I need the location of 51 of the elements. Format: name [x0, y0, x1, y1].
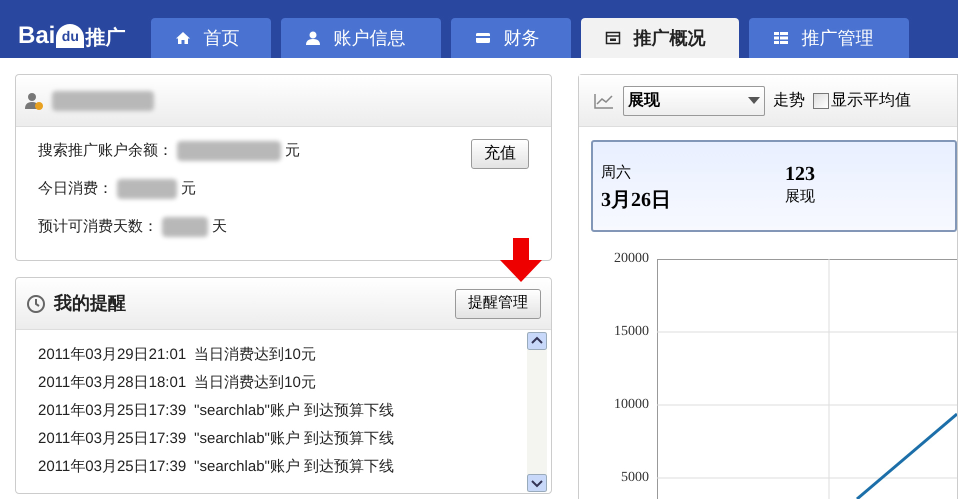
reminder-message: 当日消费达到10元 [194, 345, 316, 365]
layout-icon [605, 30, 622, 46]
user-icon [24, 90, 44, 110]
y-axis-label: 20000 [614, 250, 649, 268]
trend-label: 走势 [773, 90, 805, 110]
clock-icon [26, 294, 46, 314]
metric-select[interactable]: 展现 [623, 86, 765, 116]
down-arrow-icon [500, 238, 542, 282]
nav-tab[interactable]: 财务 [451, 18, 572, 58]
list-icon [773, 30, 790, 46]
blurred-value [117, 179, 177, 199]
show-average-checkbox[interactable]: 显示平均值 [813, 88, 911, 112]
nav-tab[interactable]: 推广概况 [581, 18, 740, 58]
caret-icon [748, 96, 760, 104]
scroll-down-icon[interactable] [527, 474, 547, 492]
reminder-settings-button[interactable]: 提醒管理 [455, 288, 541, 318]
field-label: 今日消费： [38, 178, 113, 199]
unit-label: 天 [212, 216, 227, 237]
scrollbar[interactable] [527, 332, 547, 492]
value-number: 123 [785, 162, 815, 186]
reminder-time: 2011年03月25日17:39 [38, 401, 186, 421]
nav-tab[interactable]: 推广管理 [749, 18, 910, 58]
reminder-time: 2011年03月25日17:39 [38, 429, 186, 449]
weekday-label: 周六 [601, 164, 632, 183]
reminder-time: 2011年03月29日21:01 [38, 345, 186, 365]
unit-label: 元 [181, 178, 196, 199]
recharge-button[interactable]: 充值 [471, 139, 529, 169]
reminder-message: "searchlab"账户 到达预算下线 [194, 457, 394, 477]
card-title: 我的提醒 [54, 292, 127, 315]
home-icon [175, 30, 192, 46]
nav-tab[interactable]: 账户信息 [281, 18, 442, 58]
nav-tab[interactable]: 首页 [151, 18, 272, 58]
reminder-message: 当日消费达到10元 [194, 373, 316, 393]
y-axis-label: 5000 [621, 469, 649, 487]
line-chart-icon [593, 92, 615, 110]
field-label: 搜索推广账户余额： [38, 140, 173, 161]
scroll-up-icon[interactable] [527, 332, 547, 350]
reminder-time: 2011年03月25日17:39 [38, 457, 186, 477]
blurred-value [162, 217, 208, 237]
logo: Bai du 推广 [18, 24, 126, 48]
card-icon [475, 30, 492, 46]
field-label: 预计可消费天数： [38, 216, 158, 237]
unit-label: 元 [285, 140, 300, 161]
user-icon [305, 30, 322, 46]
value-label: 展现 [785, 188, 815, 207]
y-axis-label: 10000 [614, 396, 649, 414]
date-label: 3月26日 [601, 188, 672, 212]
y-axis-label: 15000 [614, 323, 649, 341]
reminder-message: "searchlab"账户 到达预算下线 [194, 429, 394, 449]
reminder-message: "searchlab"账户 到达预算下线 [194, 401, 394, 421]
reminder-time: 2011年03月28日18:01 [38, 373, 186, 393]
